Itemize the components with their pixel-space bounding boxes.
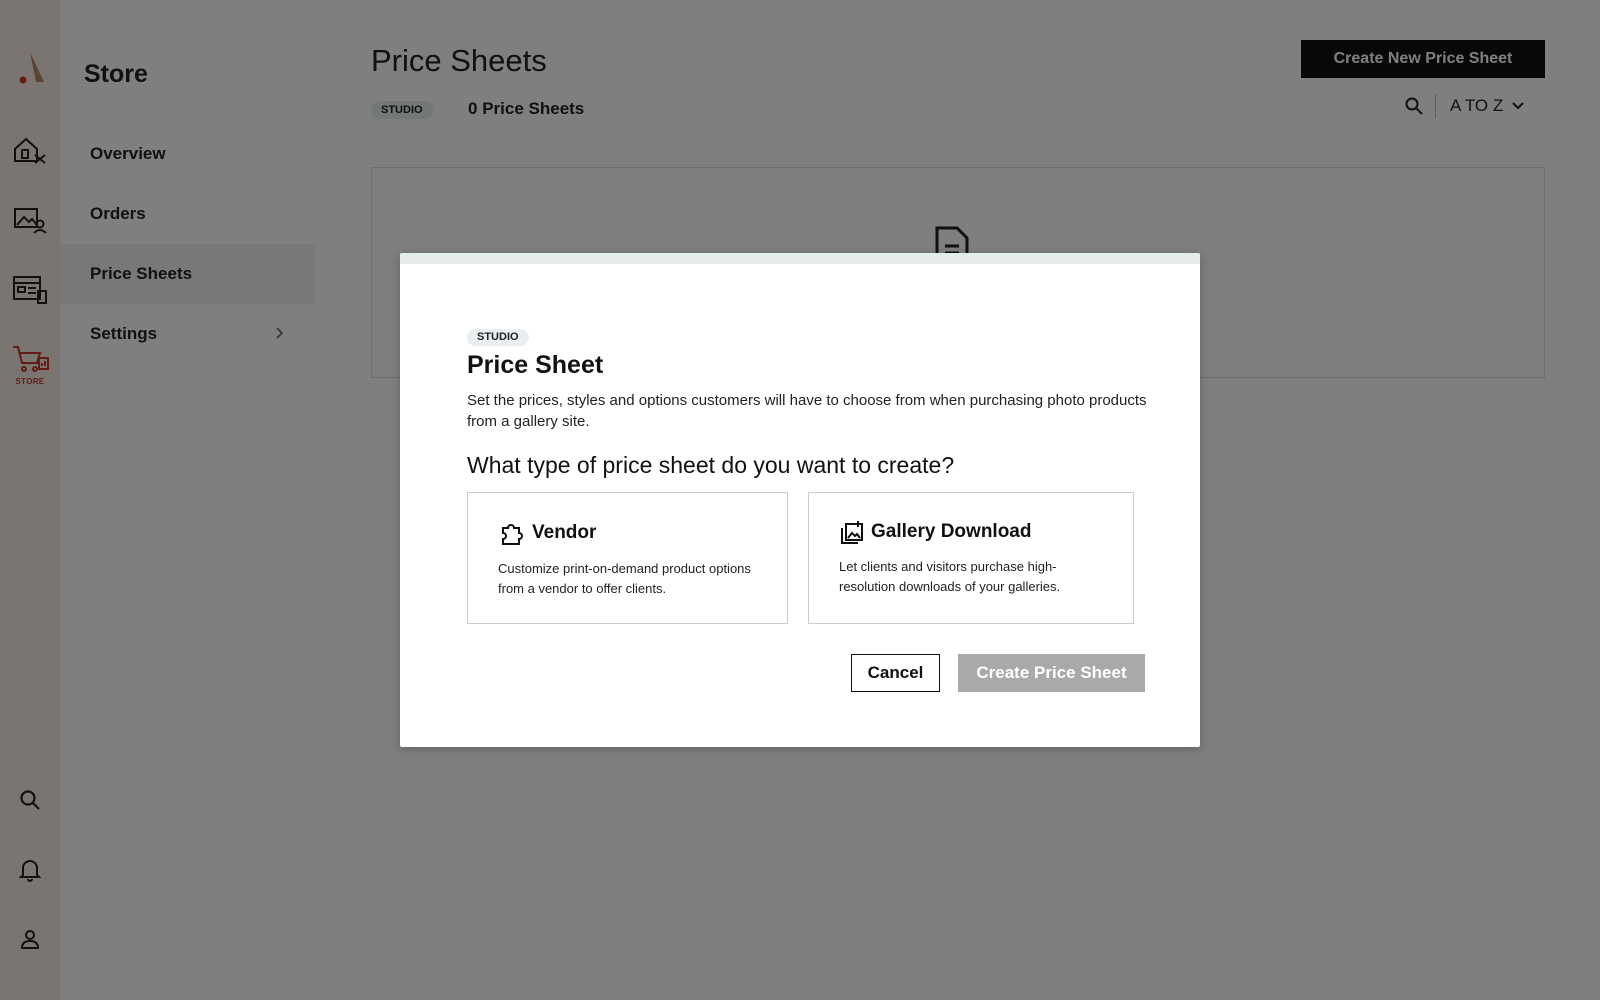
dialog-top-bar	[400, 253, 1200, 264]
puzzle-icon	[502, 524, 523, 545]
gallery-download-icon	[841, 521, 863, 544]
option-description: Let clients and visitors purchase high-r…	[839, 559, 1061, 594]
vendor-option-card[interactable]: Vendor Customize print-on-demand product…	[467, 492, 788, 624]
studio-badge: STUDIO	[467, 329, 529, 346]
option-title: Vendor	[532, 522, 597, 543]
create-price-sheet-dialog: STUDIO Price Sheet Set the prices, style…	[400, 253, 1200, 747]
create-price-sheet-button[interactable]: Create Price Sheet	[958, 654, 1145, 692]
gallery-download-option-card[interactable]: Gallery Download Let clients and visitor…	[808, 492, 1134, 624]
option-heading: Gallery Download	[839, 519, 1031, 545]
dialog-title: Price Sheet	[467, 351, 604, 379]
cancel-button[interactable]: Cancel	[851, 654, 940, 692]
option-description: Customize print-on-demand product option…	[498, 561, 751, 596]
dialog-question: What type of price sheet do you want to …	[467, 452, 955, 478]
option-heading: Vendor	[498, 519, 596, 547]
option-title: Gallery Download	[871, 521, 1032, 542]
dialog-description: Set the prices, styles and options custo…	[467, 392, 1147, 430]
